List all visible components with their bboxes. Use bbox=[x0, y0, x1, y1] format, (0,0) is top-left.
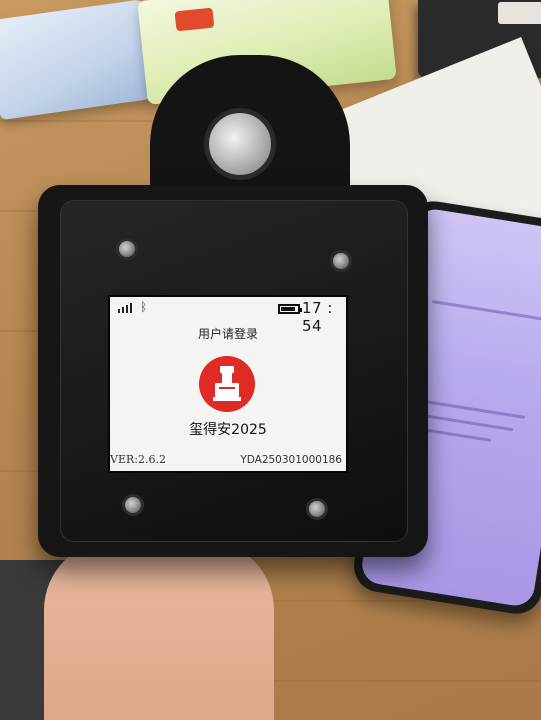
screw-bottom-right bbox=[306, 498, 328, 520]
screw-top-left bbox=[116, 238, 138, 260]
version-label: VER:2.6.2 bbox=[110, 453, 166, 466]
signal-bars-icon bbox=[118, 303, 132, 313]
battery-icon bbox=[278, 304, 302, 314]
box-label bbox=[498, 2, 541, 24]
login-prompt: 用户请登录 bbox=[197, 327, 258, 341]
tissue-brand-mark bbox=[174, 7, 215, 32]
power-button[interactable] bbox=[204, 108, 276, 180]
device-id: YDA250301000186 bbox=[240, 454, 342, 466]
status-bar: ᛒ 17 : 54 bbox=[110, 299, 346, 335]
app-name: 玺得安2025 bbox=[189, 422, 267, 438]
hand bbox=[44, 540, 274, 720]
screw-bottom-left bbox=[122, 494, 144, 516]
photo-scene: ᛒ 17 : 54 用户请登录 玺得安2025 VER:2.6.2 YDA250… bbox=[0, 0, 541, 720]
screw-top-right bbox=[330, 250, 352, 272]
battery-fill bbox=[281, 307, 295, 311]
bluetooth-icon: ᛒ bbox=[140, 300, 148, 314]
lcd-screen: ᛒ 17 : 54 用户请登录 玺得安2025 VER:2.6.2 YDA250… bbox=[108, 295, 348, 473]
seal-stamp-icon bbox=[199, 356, 255, 412]
phone-text-line bbox=[431, 299, 541, 322]
